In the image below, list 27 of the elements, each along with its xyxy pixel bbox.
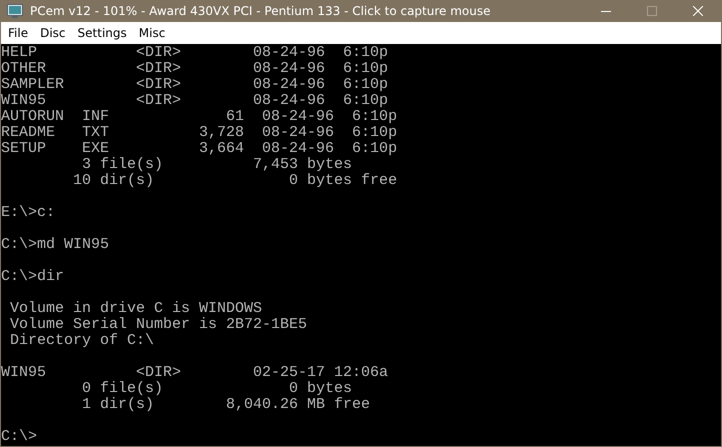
console-line: Directory of C:\ bbox=[9, 333, 154, 349]
console-line: 10 dir(s) 0 bytes free bbox=[72, 173, 398, 189]
console-line: Volume in drive C is WINDOWS bbox=[9, 301, 262, 317]
menu-item[interactable]: Misc bbox=[132, 26, 172, 40]
console-line: HELP <DIR> 08-24-96 6:10p bbox=[1, 45, 388, 61]
console-line: E:\>c: bbox=[1, 205, 56, 221]
console-line: 1 dir(s) 8,040.26 MB free bbox=[81, 397, 370, 413]
console-line: C:\>dir bbox=[1, 269, 64, 285]
console-line: AUTORUN INF 61 08-24-96 6:10p bbox=[1, 109, 398, 125]
menu-item[interactable]: Settings bbox=[72, 26, 133, 40]
monitor-icon bbox=[7, 4, 23, 18]
console-line: WIN95 <DIR> 08-24-96 6:10p bbox=[1, 93, 388, 109]
menu-item[interactable]: File bbox=[2, 26, 34, 40]
close-icon bbox=[693, 6, 703, 16]
menu-item[interactable]: Disc bbox=[34, 26, 72, 40]
console-line: C:\> bbox=[1, 429, 38, 445]
console-line: 3 file(s) 7,453 bytes bbox=[81, 157, 352, 173]
console-line: C:\>md WIN95 bbox=[1, 237, 110, 253]
console-line: Volume Serial Number is 2B72-1BE5 bbox=[9, 317, 308, 333]
console-line: SETUP EXE 3,664 08-24-96 6:10p bbox=[1, 141, 398, 157]
console-line: 0 file(s) 0 bytes bbox=[81, 381, 352, 397]
window-title: PCem v12 - 101% - Award 430VX PCI - Pentium 133 - Click to capture mouse bbox=[30, 4, 490, 18]
console-line: SAMPLER <DIR> 08-24-96 6:10p bbox=[1, 77, 388, 93]
console-line: WIN95 <DIR> 02-25-17 12:06a bbox=[1, 365, 388, 381]
console-line: OTHER <DIR> 08-24-96 6:10p bbox=[1, 61, 388, 77]
maximize-icon bbox=[647, 6, 657, 16]
console-line: README TXT 3,728 08-24-96 6:10p bbox=[1, 125, 398, 141]
